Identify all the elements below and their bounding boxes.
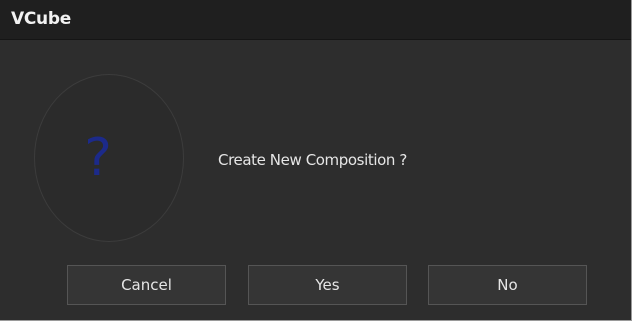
yes-button[interactable]: Yes: [248, 265, 407, 305]
confirm-dialog: VCube ? Create New Composition ? Cancel …: [0, 0, 632, 321]
cancel-button[interactable]: Cancel: [67, 265, 226, 305]
title-bar[interactable]: VCube: [0, 0, 631, 40]
question-icon: ?: [84, 128, 112, 188]
dialog-message: Create New Composition ?: [218, 151, 407, 169]
window-title: VCube: [11, 9, 71, 29]
no-button[interactable]: No: [428, 265, 587, 305]
